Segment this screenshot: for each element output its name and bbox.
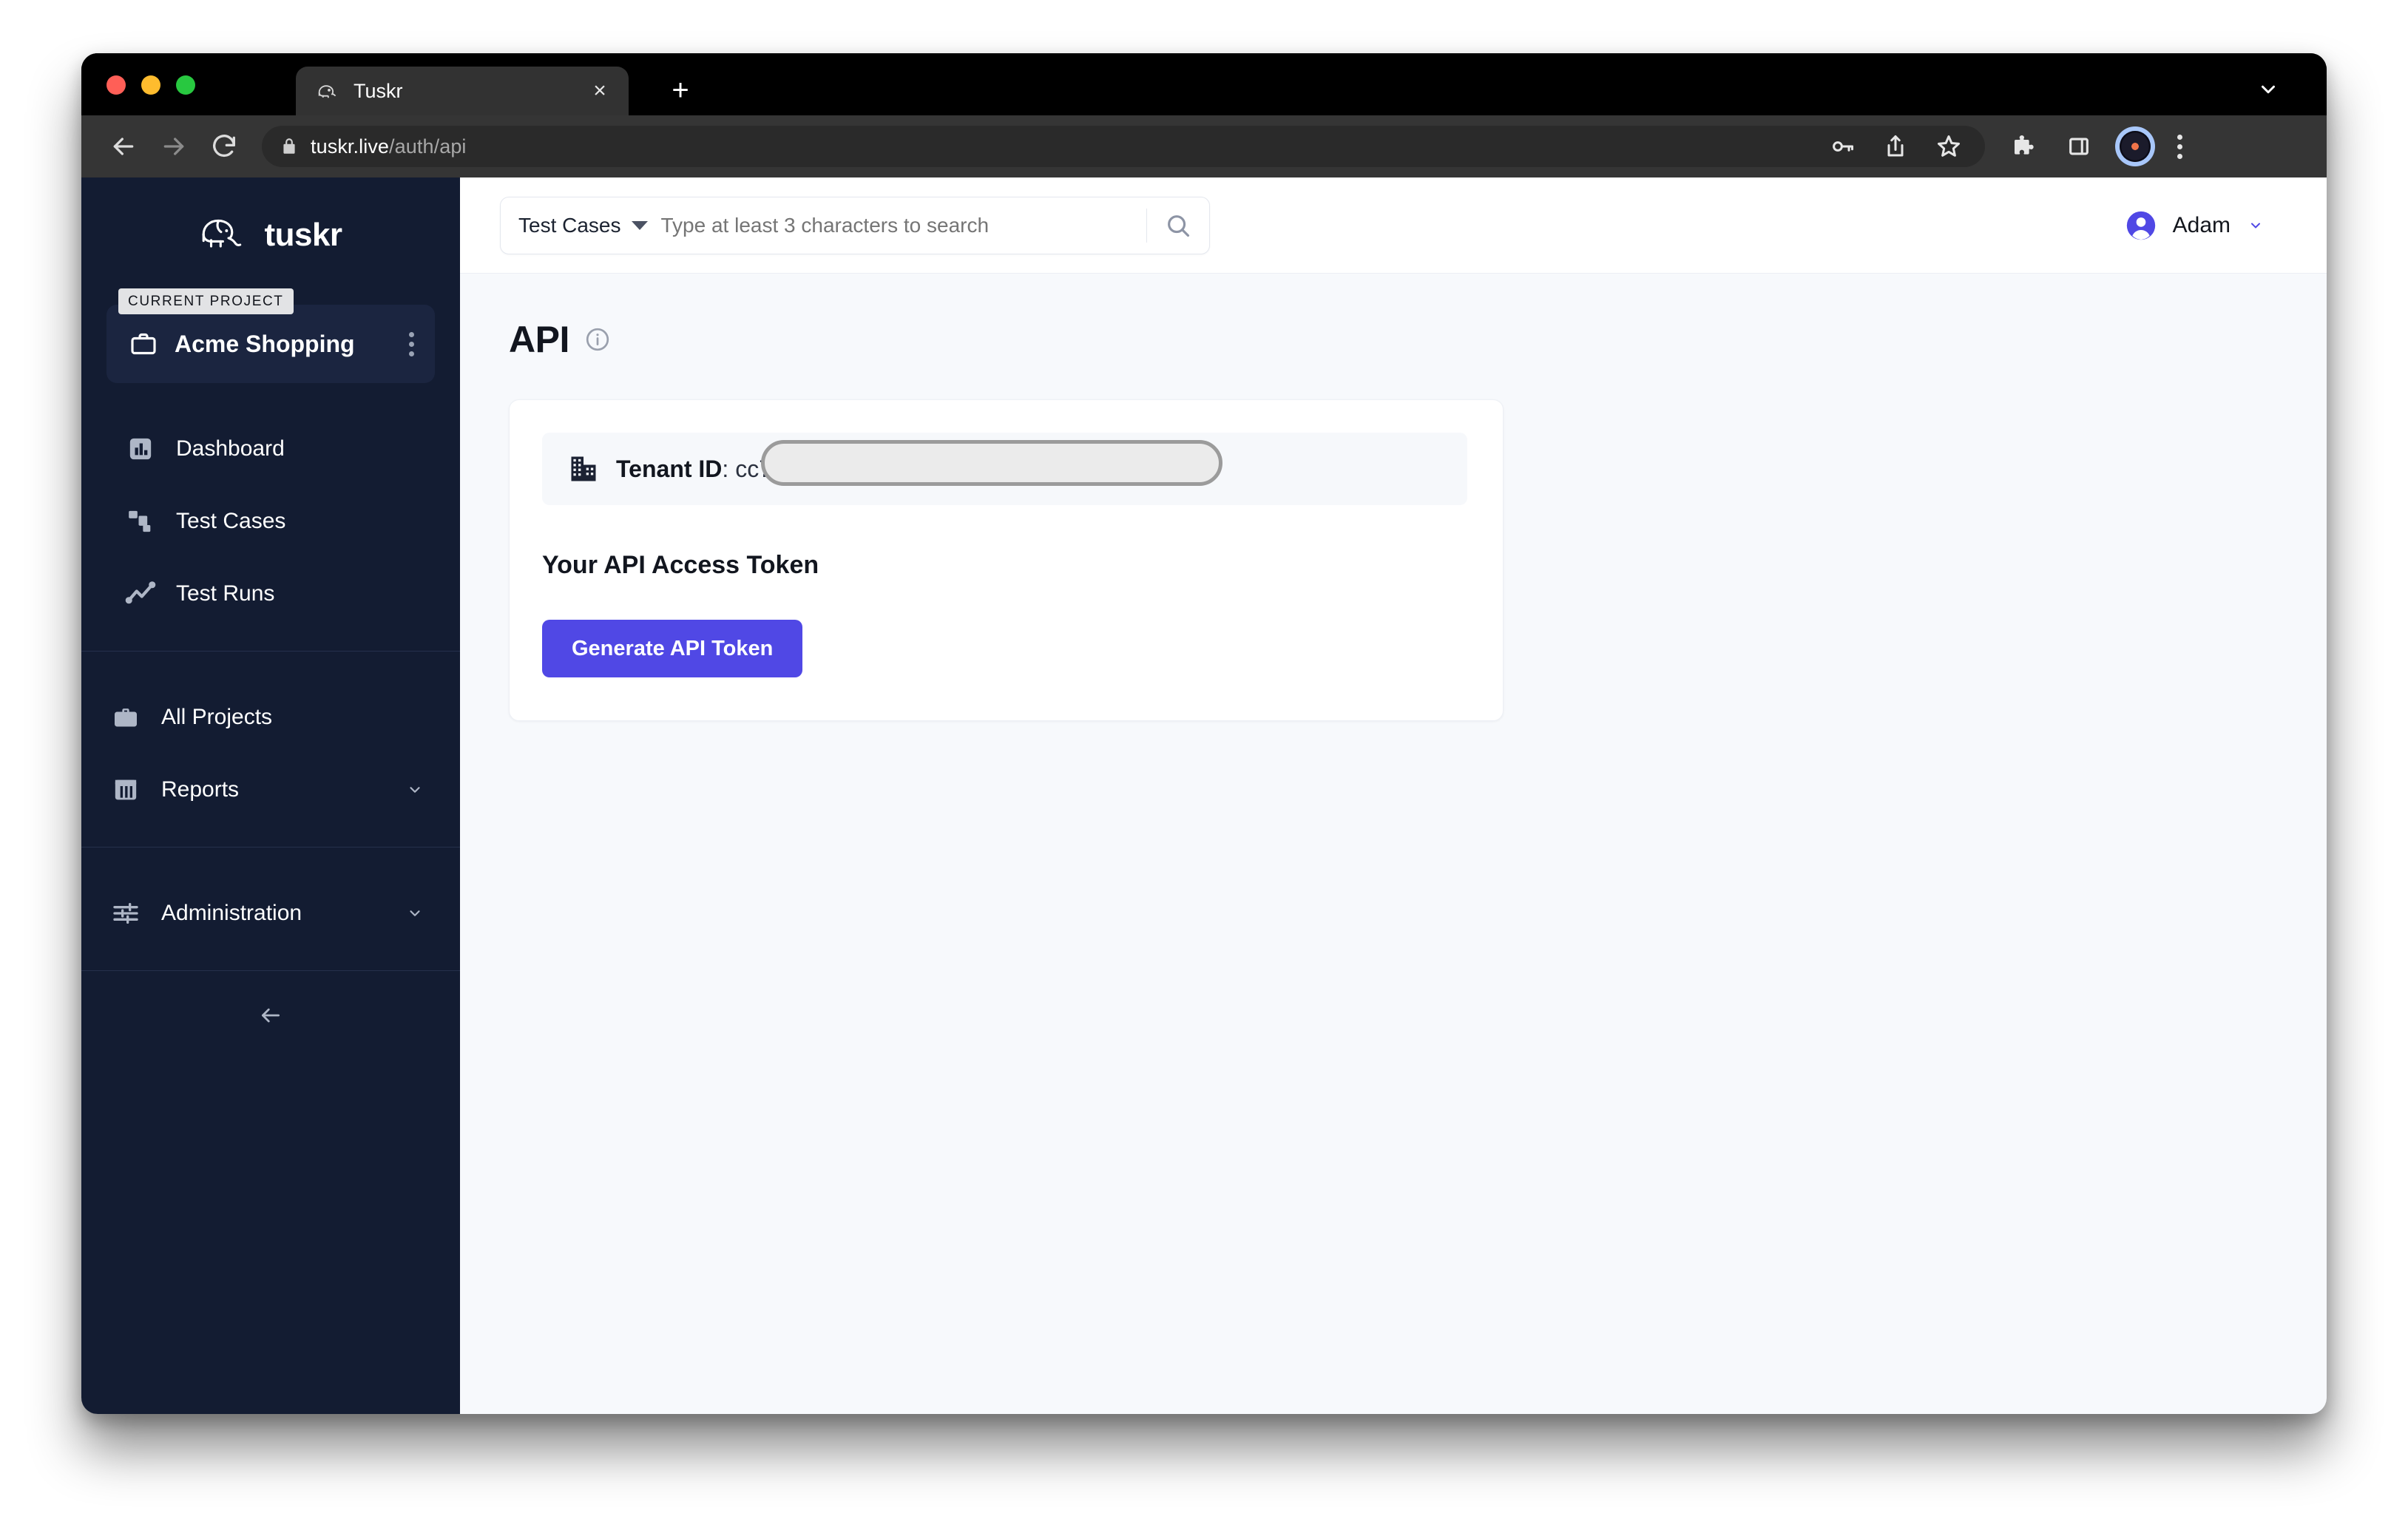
bar-chart-icon	[124, 433, 157, 465]
brand[interactable]: tuskr	[81, 177, 460, 283]
extensions-icon[interactable]	[2010, 132, 2038, 160]
address-bar-text: tuskr.live/auth/api	[311, 135, 467, 158]
tenant-id-text: Tenant ID: cc75	[616, 456, 785, 483]
tenant-id-row: Tenant ID: cc75	[542, 433, 1467, 505]
briefcase-solid-icon	[109, 701, 142, 734]
side-panel-icon[interactable]	[2065, 132, 2093, 160]
sidebar-secondary-nav: All Projects Reports	[81, 651, 460, 847]
sidebar-item-test-cases[interactable]: Test Cases	[81, 485, 460, 558]
chevron-down-icon[interactable]	[404, 905, 426, 921]
user-circle-icon	[2124, 209, 2158, 243]
global-search[interactable]: Test Cases	[500, 196, 1210, 254]
elephant-logo-icon	[199, 213, 248, 257]
sidebar-admin-nav: Administration	[81, 847, 460, 970]
info-circle-icon[interactable]	[584, 326, 611, 353]
app-main: Test Cases Adam	[460, 177, 2327, 1414]
current-project-card[interactable]: CURRENT PROJECT Acme Shopping	[106, 288, 435, 383]
table-columns-icon	[109, 774, 142, 806]
sidebar-item-reports[interactable]: Reports	[81, 754, 460, 826]
new-tab-button[interactable]: +	[666, 75, 695, 106]
brand-name: tuskr	[264, 217, 342, 253]
user-menu[interactable]: Adam	[2124, 209, 2287, 243]
current-project-name: Acme Shopping	[175, 330, 355, 357]
app-viewport: tuskr CURRENT PROJECT Acme Shopping Dash…	[81, 177, 2327, 1414]
browser-tab-strip: Tuskr × +	[81, 53, 2327, 115]
omnibox-actions	[1828, 132, 1967, 160]
api-card: Tenant ID: cc75 Your API Access Token Ge…	[509, 399, 1504, 721]
sidebar-collapse-button[interactable]	[81, 970, 460, 1060]
arrow-left-icon	[253, 1004, 288, 1027]
chevron-down-icon[interactable]	[404, 782, 426, 798]
minimize-window-button[interactable]	[141, 75, 160, 95]
profile-avatar-icon[interactable]	[2120, 131, 2151, 162]
sidebar-item-label: Test Runs	[176, 581, 275, 606]
kebab-menu-icon[interactable]	[409, 331, 414, 356]
chevron-down-icon[interactable]	[2245, 218, 2266, 233]
more-menu-icon[interactable]	[2177, 134, 2182, 159]
share-icon[interactable]	[1881, 132, 1910, 160]
sidebar-item-label: Test Cases	[176, 509, 286, 533]
back-arrow-icon[interactable]	[106, 129, 141, 163]
generate-api-token-button[interactable]: Generate API Token	[542, 620, 803, 677]
close-tab-button[interactable]: ×	[587, 80, 612, 102]
search-input[interactable]	[659, 212, 1146, 238]
address-path: /auth/api	[389, 135, 467, 158]
sidebar-item-test-runs[interactable]: Test Runs	[81, 558, 460, 630]
sitemap-icon	[124, 505, 157, 538]
screenshot-root: Tuskr × + tuskr.live/auth/api tuskr CURR…	[0, 0, 2408, 1519]
key-icon[interactable]	[1828, 132, 1856, 160]
reload-icon[interactable]	[207, 129, 241, 163]
user-menu-label: Adam	[2172, 212, 2231, 237]
page-title-row: API	[509, 318, 2327, 361]
sidebar-item-dashboard[interactable]: Dashboard	[81, 413, 460, 485]
sidebar-item-label: Dashboard	[176, 436, 285, 461]
tenant-id-redaction-overlay	[761, 440, 1222, 486]
elephant-icon	[315, 78, 340, 104]
sidebar-primary-nav: Dashboard Test Cases Test Runs	[81, 383, 460, 651]
sidebar-item-administration[interactable]: Administration	[81, 877, 460, 950]
caret-down-icon	[631, 220, 648, 230]
search-icon[interactable]	[1147, 212, 1209, 240]
address-bar[interactable]: tuskr.live/auth/api	[262, 126, 1985, 167]
briefcase-outline-icon	[129, 329, 158, 359]
tenant-id-separator: :	[722, 455, 736, 482]
trend-line-icon	[124, 578, 157, 610]
page-content: API Tenant ID: cc75 Your API Access Toke…	[460, 274, 2327, 1414]
page-title: API	[509, 319, 569, 360]
maximize-window-button[interactable]	[176, 75, 195, 95]
app-sidebar: tuskr CURRENT PROJECT Acme Shopping Dash…	[81, 177, 460, 1414]
token-heading: Your API Access Token	[542, 551, 819, 579]
browser-tab[interactable]: Tuskr ×	[296, 67, 629, 115]
tenant-id-label: Tenant ID	[616, 455, 723, 482]
building-icon	[567, 453, 600, 485]
lock-icon	[280, 136, 299, 157]
sliders-icon	[109, 897, 142, 930]
tab-title: Tuskr	[354, 79, 403, 102]
current-project-badge: CURRENT PROJECT	[118, 288, 294, 314]
browser-toolbar-actions	[2010, 131, 2182, 162]
browser-window: Tuskr × + tuskr.live/auth/api tuskr CURR…	[81, 53, 2327, 1414]
app-topbar: Test Cases Adam	[460, 177, 2327, 274]
window-controls[interactable]	[106, 75, 195, 95]
address-domain: tuskr.live	[311, 135, 390, 158]
search-scope-label: Test Cases	[518, 213, 621, 237]
forward-arrow-icon[interactable]	[157, 129, 191, 163]
search-scope-dropdown[interactable]: Test Cases	[501, 214, 660, 237]
sidebar-item-label: Reports	[161, 777, 240, 802]
close-window-button[interactable]	[106, 75, 126, 95]
sidebar-item-label: Administration	[161, 901, 302, 925]
sidebar-item-all-projects[interactable]: All Projects	[81, 681, 460, 754]
chevron-down-icon[interactable]	[2256, 78, 2281, 101]
star-icon[interactable]	[1935, 132, 1963, 160]
browser-toolbar: tuskr.live/auth/api	[81, 115, 2327, 177]
sidebar-item-label: All Projects	[161, 705, 273, 729]
